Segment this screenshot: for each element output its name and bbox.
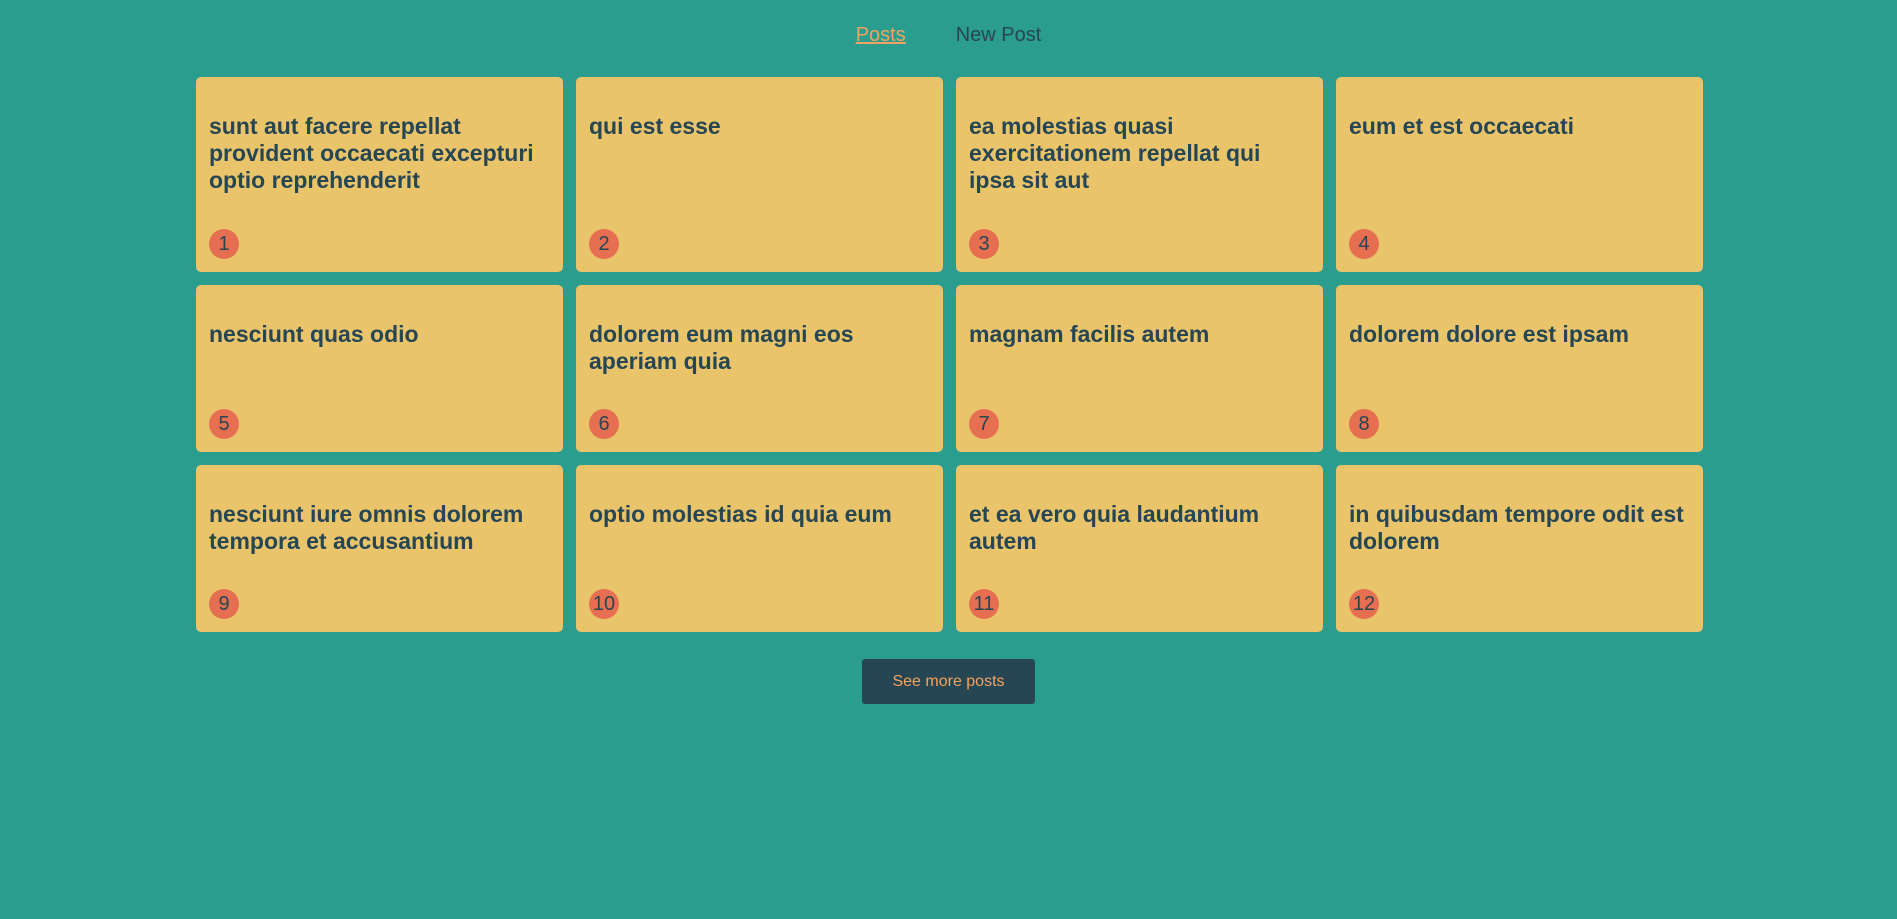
post-card[interactable]: nesciunt quas odio 5 — [196, 285, 563, 452]
post-id-badge: 1 — [209, 229, 239, 259]
post-title: nesciunt iure omnis dolorem tempora et a… — [209, 501, 524, 554]
post-card[interactable]: eum et est occaecati 4 — [1336, 77, 1703, 272]
nav-link-posts[interactable]: Posts — [856, 24, 906, 47]
post-card[interactable]: in quibusdam tempore odit est dolorem 12 — [1336, 465, 1703, 632]
post-card[interactable]: dolorem eum magni eos aperiam quia 6 — [576, 285, 943, 452]
post-title: dolorem dolore est ipsam — [1349, 321, 1629, 347]
post-title: ea molestias quasi exercitationem repell… — [969, 113, 1261, 193]
post-title: et ea vero quia laudantium autem — [969, 501, 1260, 554]
nav-link-new-post[interactable]: New Post — [956, 24, 1042, 47]
post-card[interactable]: nesciunt iure omnis dolorem tempora et a… — [196, 465, 563, 632]
post-title: magnam facilis autem — [969, 321, 1210, 347]
top-nav: Posts New Post — [0, 0, 1897, 70]
see-more-posts-button[interactable]: See more posts — [862, 659, 1035, 704]
post-card[interactable]: magnam facilis autem 7 — [956, 285, 1323, 452]
post-id-badge: 6 — [589, 409, 619, 439]
posts-grid: sunt aut facere repellat provident occae… — [196, 77, 1704, 632]
post-title: sunt aut facere repellat provident occae… — [209, 113, 534, 193]
post-id-badge: 4 — [1349, 229, 1379, 259]
post-card[interactable]: qui est esse 2 — [576, 77, 943, 272]
post-id-badge: 5 — [209, 409, 239, 439]
post-id-badge: 2 — [589, 229, 619, 259]
post-title: nesciunt quas odio — [209, 321, 419, 347]
post-id-badge: 8 — [1349, 409, 1379, 439]
post-title: eum et est occaecati — [1349, 113, 1575, 139]
post-title: in quibusdam tempore odit est dolorem — [1349, 501, 1684, 554]
post-id-badge: 12 — [1349, 589, 1379, 619]
post-id-badge: 11 — [969, 589, 999, 619]
post-title: dolorem eum magni eos aperiam quia — [589, 321, 854, 374]
post-card[interactable]: sunt aut facere repellat provident occae… — [196, 77, 563, 272]
post-id-badge: 10 — [589, 589, 619, 619]
see-more-container: See more posts — [0, 659, 1897, 704]
post-card[interactable]: et ea vero quia laudantium autem 11 — [956, 465, 1323, 632]
post-id-badge: 7 — [969, 409, 999, 439]
post-title: qui est esse — [589, 113, 721, 139]
post-card[interactable]: optio molestias id quia eum 10 — [576, 465, 943, 632]
post-id-badge: 9 — [209, 589, 239, 619]
post-card[interactable]: dolorem dolore est ipsam 8 — [1336, 285, 1703, 452]
post-title: optio molestias id quia eum — [589, 501, 892, 527]
post-card[interactable]: ea molestias quasi exercitationem repell… — [956, 77, 1323, 272]
post-id-badge: 3 — [969, 229, 999, 259]
